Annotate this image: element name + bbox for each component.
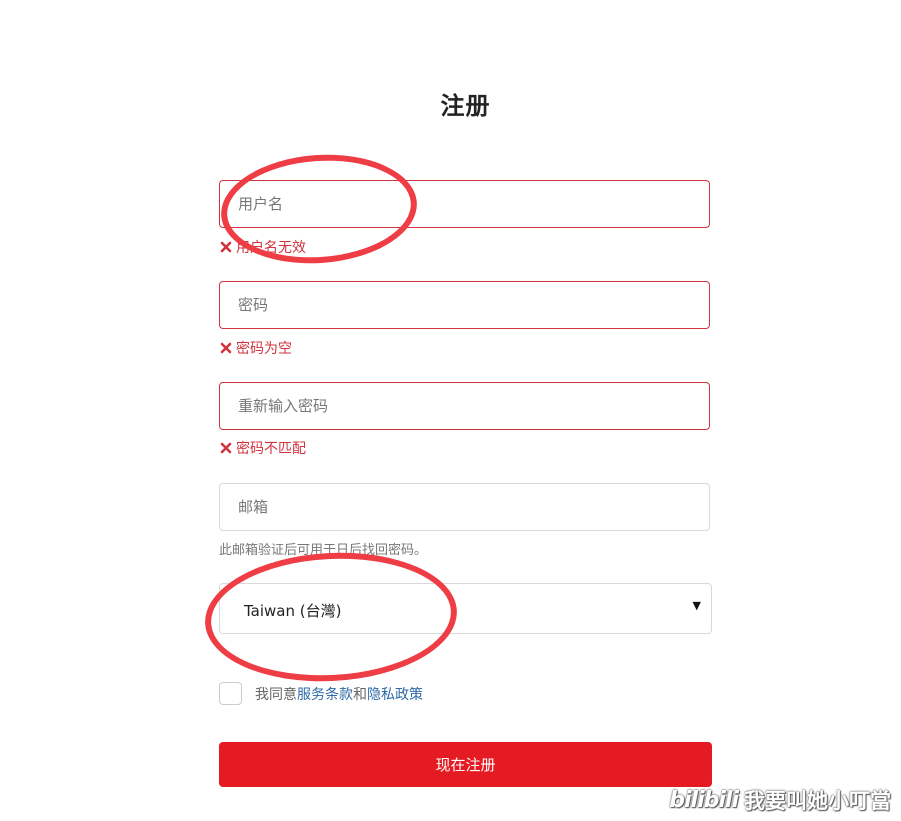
password-field[interactable] xyxy=(219,281,710,329)
email-hint: 此邮箱验证后可用于日后找回密码。 xyxy=(219,543,428,558)
error-x-icon xyxy=(220,342,232,354)
register-button[interactable]: 现在注册 xyxy=(219,742,712,787)
region-select-value: Taiwan (台灣) xyxy=(244,602,342,620)
watermark: bilibili 我要叫她小叮當 xyxy=(669,785,891,815)
confirm-password-input[interactable] xyxy=(220,383,709,429)
email-field[interactable] xyxy=(219,483,710,531)
username-input[interactable] xyxy=(220,181,709,227)
confirm-password-error: 密码不匹配 xyxy=(219,438,306,458)
username-error: 用户名无效 xyxy=(219,237,306,257)
agree-checkbox[interactable] xyxy=(219,682,242,705)
email-input[interactable] xyxy=(220,484,709,530)
password-input[interactable] xyxy=(220,282,709,328)
watermark-text: 我要叫她小叮當 xyxy=(744,789,891,813)
page-title: 注册 xyxy=(440,92,491,120)
password-error: 密码为空 xyxy=(219,338,292,358)
password-error-text: 密码为空 xyxy=(236,341,292,357)
agreement-text: 我同意服务条款和隐私政策 xyxy=(255,684,423,704)
privacy-link[interactable]: 隐私政策 xyxy=(367,687,423,703)
username-error-text: 用户名无效 xyxy=(236,240,306,256)
bilibili-logo-icon: bilibili xyxy=(669,787,739,813)
error-x-icon xyxy=(220,241,232,253)
agreement-row: 我同意服务条款和隐私政策 xyxy=(219,682,423,705)
region-select[interactable]: Taiwan (台灣) ▼ xyxy=(219,583,712,634)
confirm-password-field[interactable] xyxy=(219,382,710,430)
username-field[interactable] xyxy=(219,180,710,228)
confirm-password-error-text: 密码不匹配 xyxy=(236,441,306,457)
terms-link[interactable]: 服务条款 xyxy=(297,687,353,703)
agreement-and: 和 xyxy=(353,686,367,703)
chevron-down-icon: ▼ xyxy=(692,599,701,612)
agreement-prefix: 我同意 xyxy=(255,686,297,703)
error-x-icon xyxy=(220,442,232,454)
